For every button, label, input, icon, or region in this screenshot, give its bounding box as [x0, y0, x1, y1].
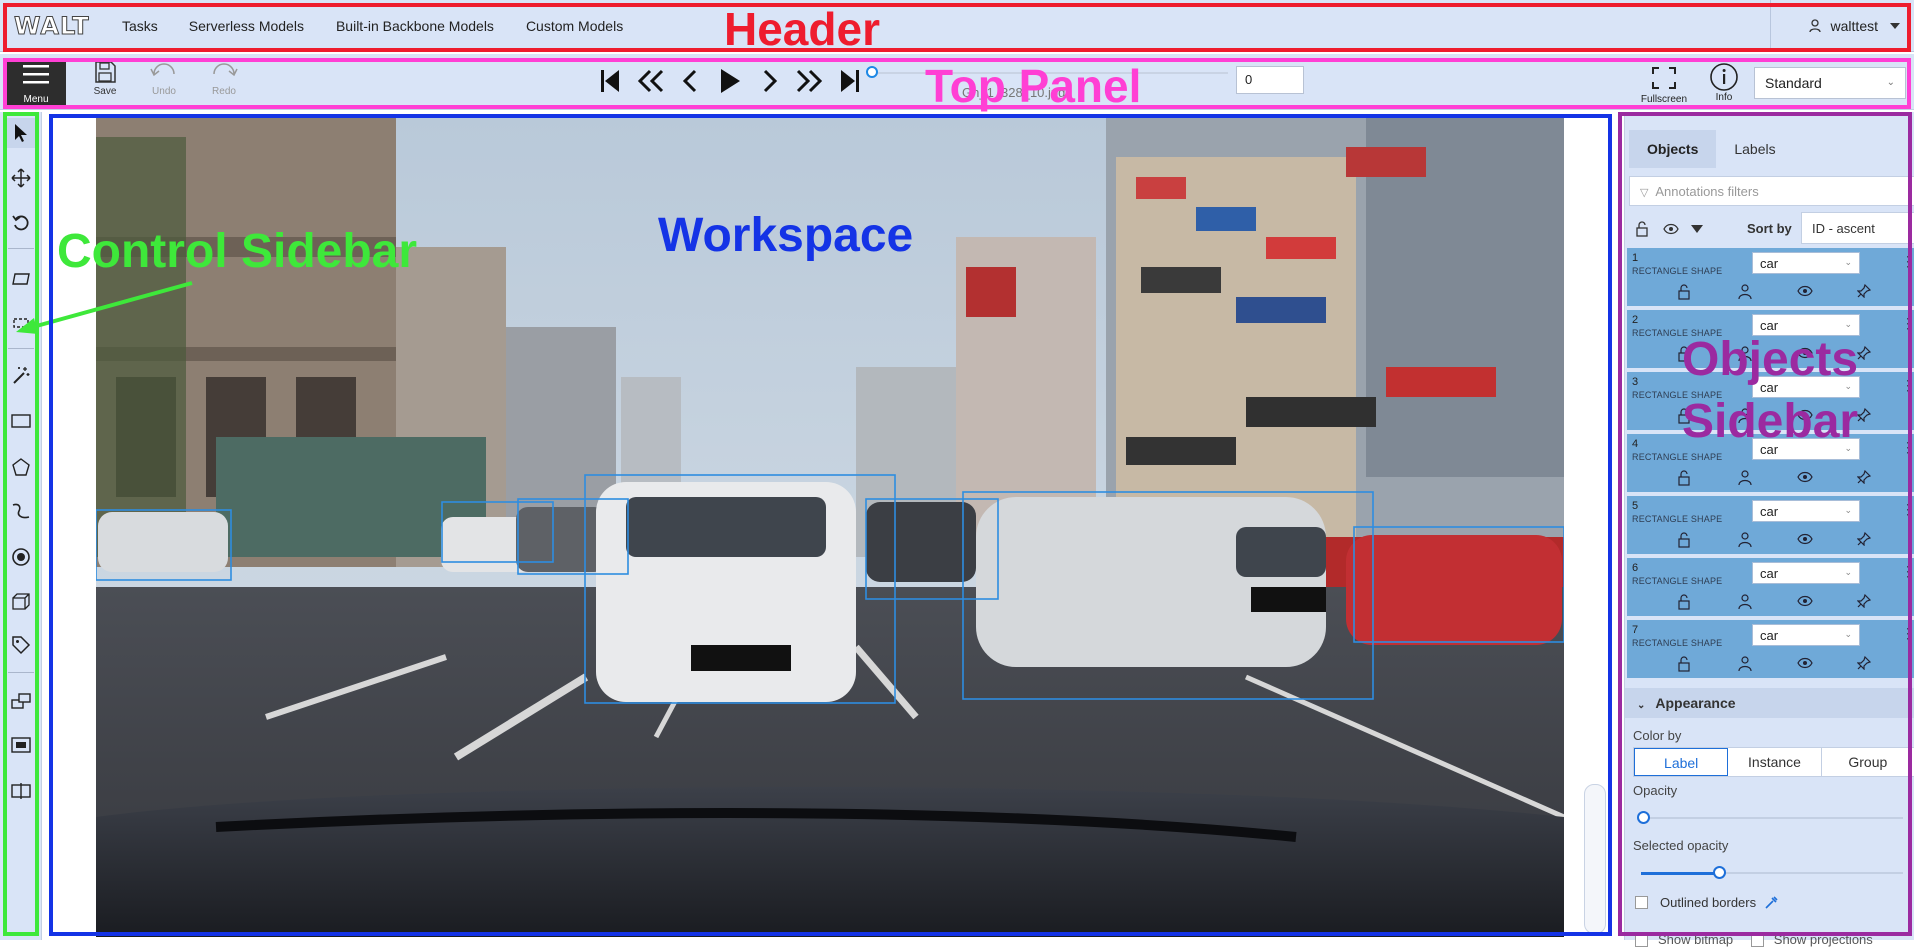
workspace-annotation-label: Workspace [658, 209, 914, 262]
objects-sidebar-annotation-label-line1: Objects [1682, 333, 1859, 386]
objects-sidebar-annotation-label-line2: Sidebar [1682, 395, 1859, 448]
control-sidebar-arrow [16, 281, 193, 334]
